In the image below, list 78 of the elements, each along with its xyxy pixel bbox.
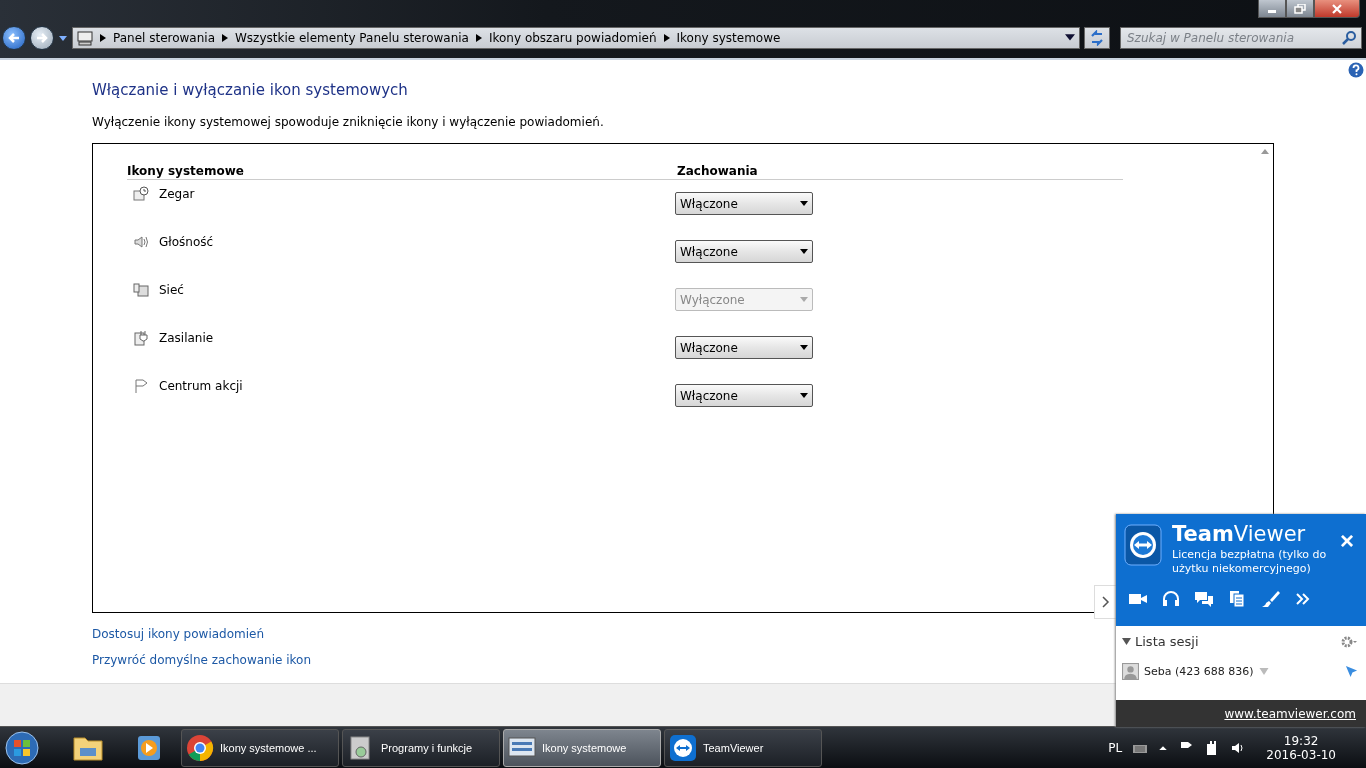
minimize-icon	[1268, 9, 1276, 13]
expand-triangle-icon[interactable]	[1122, 638, 1131, 645]
taskbar-button[interactable]: Ikony systemowe	[503, 728, 661, 767]
cursor-arrow-icon[interactable]	[1345, 665, 1358, 678]
breadcrumb-arrow-icon	[222, 34, 228, 42]
breadcrumb[interactable]: Wszystkie elementy Panelu sterowania	[235, 31, 469, 45]
caret-icon	[800, 345, 808, 350]
brush-icon[interactable]	[1260, 590, 1280, 608]
taskbar-button[interactable]: TeamViewer	[664, 728, 822, 767]
taskbar-button[interactable]: Programy i funkcje	[342, 728, 500, 767]
address-bar[interactable]: Panel sterowania Wszystkie elementy Panelu sterowania Ikony obszaru powiadomień Ikony systemowe	[72, 27, 1080, 49]
session-list-label[interactable]: Lista sesji	[1135, 634, 1199, 649]
close-button[interactable]: ×	[1340, 530, 1354, 552]
network-icon	[133, 282, 149, 298]
behavior-dropdown[interactable]: Włączone	[675, 384, 813, 407]
behavior-dropdown[interactable]: Włączone	[675, 240, 813, 263]
minimize-button[interactable]	[1258, 0, 1286, 18]
browser-icon	[186, 733, 214, 762]
left-arrow-icon	[7, 31, 21, 45]
column-header: Ikony systemowe	[127, 164, 245, 178]
teamviewer-icon	[669, 733, 697, 762]
behavior-dropdown[interactable]: Włączone	[675, 192, 813, 215]
caret-icon	[800, 297, 808, 302]
breadcrumb[interactable]: Panel sterowania	[113, 31, 215, 45]
dropdown-arrow-icon[interactable]	[1065, 34, 1075, 42]
close-icon	[1331, 3, 1343, 14]
license-text: Licencja bezpłatna (tylko do użytku niekomercyjnego)	[1172, 548, 1328, 576]
teamviewer-title: TeamViewer	[1172, 522, 1307, 546]
system-icon-name: Głośność	[159, 235, 214, 249]
caret-icon	[800, 249, 808, 254]
language-indicator[interactable]: PL	[1108, 740, 1123, 755]
back-button[interactable]	[2, 26, 26, 50]
breadcrumb-arrow-icon	[100, 34, 106, 42]
system-icon-name: Sieć	[159, 283, 184, 297]
clock-time[interactable]: 19:32	[1283, 733, 1319, 748]
up-arrow-icon	[1261, 148, 1269, 154]
refresh-button[interactable]	[1084, 27, 1110, 49]
restore-button[interactable]	[1286, 0, 1314, 18]
breadcrumb[interactable]: Ikony systemowe	[676, 31, 781, 45]
link[interactable]: Przywróć domyślne zachowanie ikon	[92, 653, 312, 667]
speaker-icon	[133, 234, 149, 250]
refresh-icon	[1089, 30, 1105, 46]
clock-icon	[133, 186, 149, 202]
chat-icon[interactable]	[1194, 590, 1214, 608]
caret-icon	[800, 201, 808, 206]
page-title: Włączanie i wyłączanie ikon systemowych	[92, 81, 409, 99]
windows-logo-icon	[2, 728, 42, 767]
expand-button[interactable]	[1094, 585, 1116, 619]
documents-icon[interactable]	[1227, 590, 1247, 608]
start-button[interactable]	[2, 728, 42, 767]
help-icon[interactable]	[1348, 62, 1364, 78]
clock-date[interactable]: 2016-03-10	[1266, 747, 1336, 762]
breadcrumb[interactable]: Ikony obszaru powiadomień	[488, 31, 657, 45]
system-icon-name: Zasilanie	[159, 331, 214, 345]
forward-button[interactable]	[30, 26, 54, 50]
taskbar-button[interactable]: Ikony systemowe ...	[181, 728, 339, 767]
session-entry[interactable]: Seba (423 688 836)	[1144, 665, 1254, 678]
caret-icon	[800, 393, 808, 398]
restore-icon	[1294, 3, 1306, 14]
search-icon	[1341, 30, 1357, 46]
system-icon-name: Zegar	[159, 187, 195, 201]
search-field[interactable]: Szukaj w Panelu sterowania	[1120, 27, 1362, 49]
breadcrumb-arrow-icon	[663, 34, 670, 42]
system-icon-name: Centrum akcji	[159, 379, 243, 393]
close-button[interactable]	[1314, 0, 1360, 18]
user-avatar-icon	[1122, 663, 1139, 680]
page-description: Wyłączenie ikony systemowej spowoduje zniknięcie ikony i wyłączenie powiadomień.	[92, 115, 605, 129]
breadcrumb-arrow-icon	[475, 34, 482, 42]
dropdown-arrow-icon[interactable]	[58, 33, 68, 43]
behavior-dropdown[interactable]: Włączone	[675, 336, 813, 359]
column-header: Zachowania	[677, 164, 758, 178]
computer-icon	[77, 30, 93, 46]
settings-icon[interactable]	[1340, 635, 1358, 648]
right-arrow-icon	[35, 31, 49, 45]
link[interactable]: Dostosuj ikony powiadomień	[92, 627, 265, 641]
chevron-icon	[1101, 596, 1110, 608]
headset-icon[interactable]	[1161, 590, 1181, 608]
teamviewer-logo-icon	[1124, 522, 1162, 566]
